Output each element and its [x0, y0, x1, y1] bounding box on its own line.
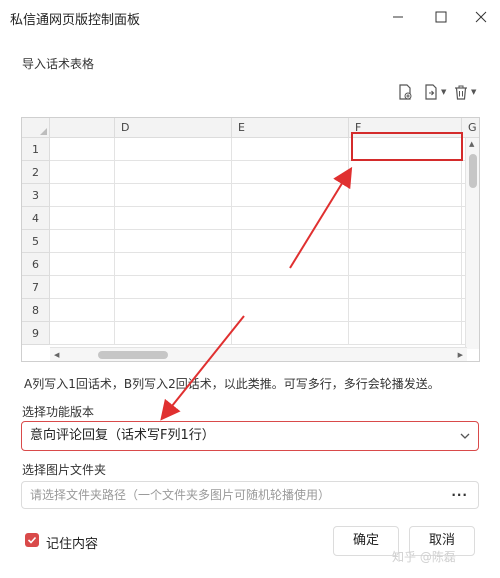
annotation-arrow-up [289, 166, 353, 269]
annotation-arrows [160, 166, 353, 421]
annotation-arrow-down [160, 315, 245, 421]
